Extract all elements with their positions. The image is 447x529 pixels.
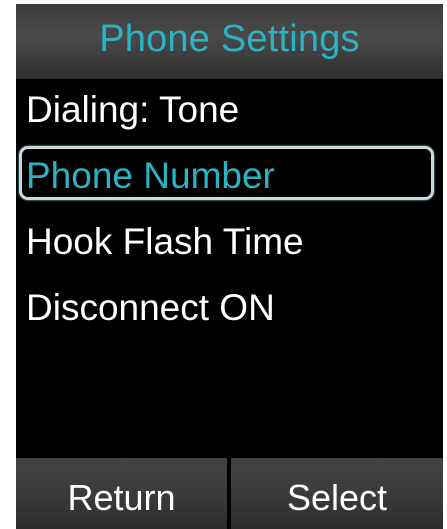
- select-button[interactable]: Select: [231, 458, 443, 529]
- menu-item-dialing[interactable]: Dialing: Tone: [16, 80, 443, 146]
- return-button[interactable]: Return: [16, 458, 227, 529]
- menu-item-disconnect[interactable]: Disconnect ON: [16, 278, 443, 344]
- menu-item-hook-flash-time[interactable]: Hook Flash Time: [16, 212, 443, 278]
- menu-item-label: Hook Flash Time: [26, 221, 304, 262]
- page-title: Phone Settings: [99, 18, 360, 60]
- settings-menu: Dialing: Tone Phone Number Hook Flash Ti…: [16, 80, 443, 344]
- menu-item-phone-number[interactable]: Phone Number: [16, 146, 443, 212]
- phone-display: Phone Settings Dialing: Tone Phone Numbe…: [16, 4, 443, 529]
- title-bar: Phone Settings: [16, 4, 443, 79]
- menu-item-label: Dialing: Tone: [26, 89, 240, 130]
- menu-item-label: Phone Number: [26, 155, 275, 196]
- menu-item-label: Disconnect ON: [26, 287, 275, 328]
- softkey-bar: Return Select: [16, 458, 443, 529]
